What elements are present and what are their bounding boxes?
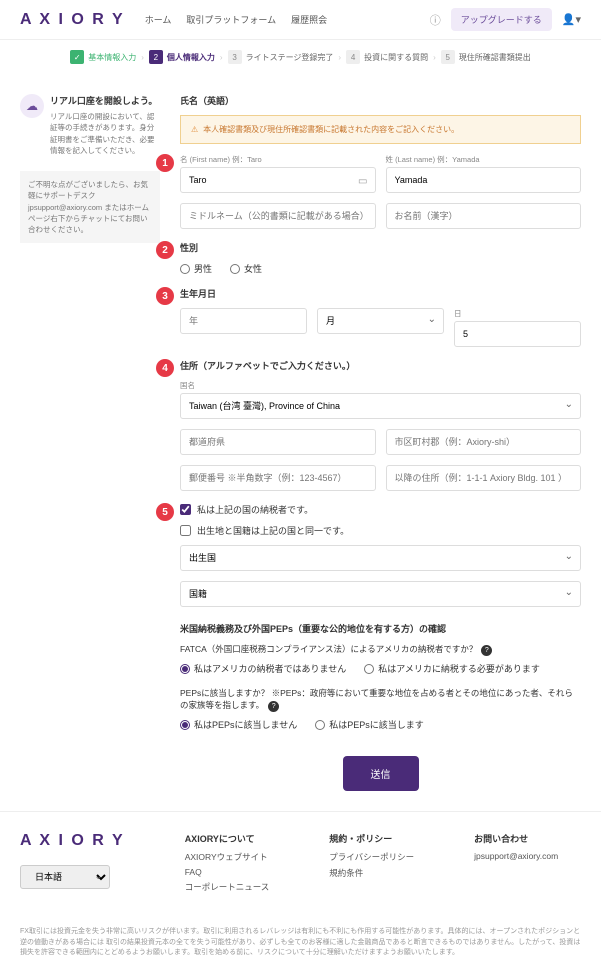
step-5-num: 5 xyxy=(441,50,455,64)
month-select[interactable]: 月 xyxy=(317,308,444,334)
account-icon: ☁ xyxy=(20,94,44,118)
warning-message: 本人確認書類及び現住所確認書類に記載された内容をご記入ください。 xyxy=(180,115,581,144)
step-2-label: 個人情報入力 xyxy=(167,52,215,63)
pep-yes[interactable]: 私はPEPsに該当します xyxy=(315,718,424,731)
dob-title: 生年月日 xyxy=(180,287,581,300)
id-card-icon: ▭ xyxy=(358,176,367,187)
step-5-label: 現住所確認書類提出 xyxy=(459,52,531,63)
help-icon[interactable]: ⓘ xyxy=(430,12,441,28)
upgrade-button[interactable]: アップグレードする xyxy=(451,8,552,31)
last-name-input[interactable] xyxy=(386,167,582,193)
fatca-help-icon[interactable]: ? xyxy=(481,645,492,656)
footer-link-support[interactable]: jpsupport@axiory.com xyxy=(474,851,558,861)
gender-female[interactable]: 女性 xyxy=(230,262,262,275)
badge-2: 2 xyxy=(156,241,174,259)
footer-col-2-title: 規約・ポリシー xyxy=(329,832,414,845)
disclaimer-text: FX取引には投資元金を失う非常に高いリスクが伴います。取引に利用されるレバレッジ… xyxy=(0,917,601,969)
step-4-num: 4 xyxy=(346,50,360,64)
address-detail-input[interactable] xyxy=(386,465,582,491)
step-1-num: ✓ xyxy=(70,50,84,64)
sidebar-title: リアル口座を開設しよう。 xyxy=(50,94,160,107)
badge-1: 1 xyxy=(156,154,174,172)
same-nationality-checkbox[interactable] xyxy=(180,525,191,536)
kanji-name-input[interactable] xyxy=(386,203,582,229)
day-input[interactable] xyxy=(454,321,581,347)
footer-link-privacy[interactable]: プライバシーポリシー xyxy=(329,851,414,863)
middle-name-input[interactable] xyxy=(180,203,376,229)
pep-help-icon[interactable]: ? xyxy=(268,701,279,712)
pep-no[interactable]: 私はPEPsに該当しません xyxy=(180,718,297,731)
pep-section-title: 米国納税義務及び外国PEPs（重要な公的地位を有する方）の確認 xyxy=(180,622,581,635)
badge-5: 5 xyxy=(156,503,174,521)
badge-3: 3 xyxy=(156,287,174,305)
day-label: 日 xyxy=(454,308,581,319)
first-name-input[interactable] xyxy=(180,167,376,193)
tax-resident-checkbox[interactable] xyxy=(180,504,191,515)
footer-link-news[interactable]: コーポレートニュース xyxy=(185,881,270,893)
address-title: 住所（アルファベットでご入力ください。） xyxy=(180,359,581,372)
prefecture-input[interactable] xyxy=(180,429,376,455)
footer-logo: A X I O R Y xyxy=(20,832,125,850)
logo: A X I O R Y xyxy=(20,11,125,29)
birthplace-select[interactable]: 出生国 xyxy=(180,545,581,571)
step-2-num: 2 xyxy=(149,50,163,64)
language-select[interactable]: 日本語 xyxy=(20,865,110,889)
nationality-select[interactable]: 国籍 xyxy=(180,581,581,607)
footer-link-terms[interactable]: 規約条件 xyxy=(329,867,414,879)
nav-home[interactable]: ホーム xyxy=(145,13,172,26)
fatca-yes[interactable]: 私はアメリカに納税する必要があります xyxy=(364,662,540,675)
name-section-title: 氏名（英語） xyxy=(180,94,581,107)
tax-resident-label: 私は上記の国の納税者です。 xyxy=(197,503,313,516)
sidebar-text: リアル口座の開設において、認証等の手続きがあります。身分証明書をご準備いただき、… xyxy=(50,111,160,156)
postal-input[interactable] xyxy=(180,465,376,491)
step-3-label: ライトステージ登録完了 xyxy=(246,52,334,63)
step-1-label: 基本情報入力 xyxy=(88,52,136,63)
first-name-label: 名 (First name) 例：Taro xyxy=(180,154,376,165)
gender-male[interactable]: 男性 xyxy=(180,262,212,275)
footer-link-website[interactable]: AXIORYウェブサイト xyxy=(185,851,270,863)
step-4-label: 投資に関する質問 xyxy=(364,52,428,63)
nav-platform[interactable]: 取引プラットフォーム xyxy=(186,13,276,26)
city-input[interactable] xyxy=(386,429,582,455)
same-nationality-label: 出生地と国籍は上記の国と同一です。 xyxy=(197,524,349,537)
country-select[interactable]: Taiwan (台湾 臺灣), Province of China xyxy=(180,393,581,419)
footer-col-3-title: お問い合わせ xyxy=(474,832,558,845)
footer-col-1-title: AXIORYについて xyxy=(185,832,270,845)
step-indicator: ✓基本情報入力 › 2個人情報入力 › 3ライトステージ登録完了 › 4投資に関… xyxy=(0,40,601,74)
year-input[interactable] xyxy=(180,308,307,334)
badge-4: 4 xyxy=(156,359,174,377)
step-3-num: 3 xyxy=(228,50,242,64)
support-box: ご不明な点がございましたら、お気軽にサポートデスク jpsupport@axio… xyxy=(20,171,160,243)
last-name-label: 姓 (Last name) 例：Yamada xyxy=(386,154,582,165)
fatca-no[interactable]: 私はアメリカの納税者ではありません xyxy=(180,662,346,675)
submit-button[interactable]: 送信 xyxy=(343,756,419,791)
country-label: 国名 xyxy=(180,380,581,391)
nav-history[interactable]: 履歴照会 xyxy=(291,13,327,26)
gender-title: 性別 xyxy=(180,241,581,254)
pep-question: PEPsに該当しますか？ ※PEPs：政府等において重要な地位を占める者とその地… xyxy=(180,687,581,712)
fatca-question: FATCA（外国口座税務コンプライアンス法）によるアメリカの納税者ですか？? xyxy=(180,643,581,656)
user-menu[interactable]: 👤▾ xyxy=(562,13,581,26)
footer-link-faq[interactable]: FAQ xyxy=(185,867,270,877)
